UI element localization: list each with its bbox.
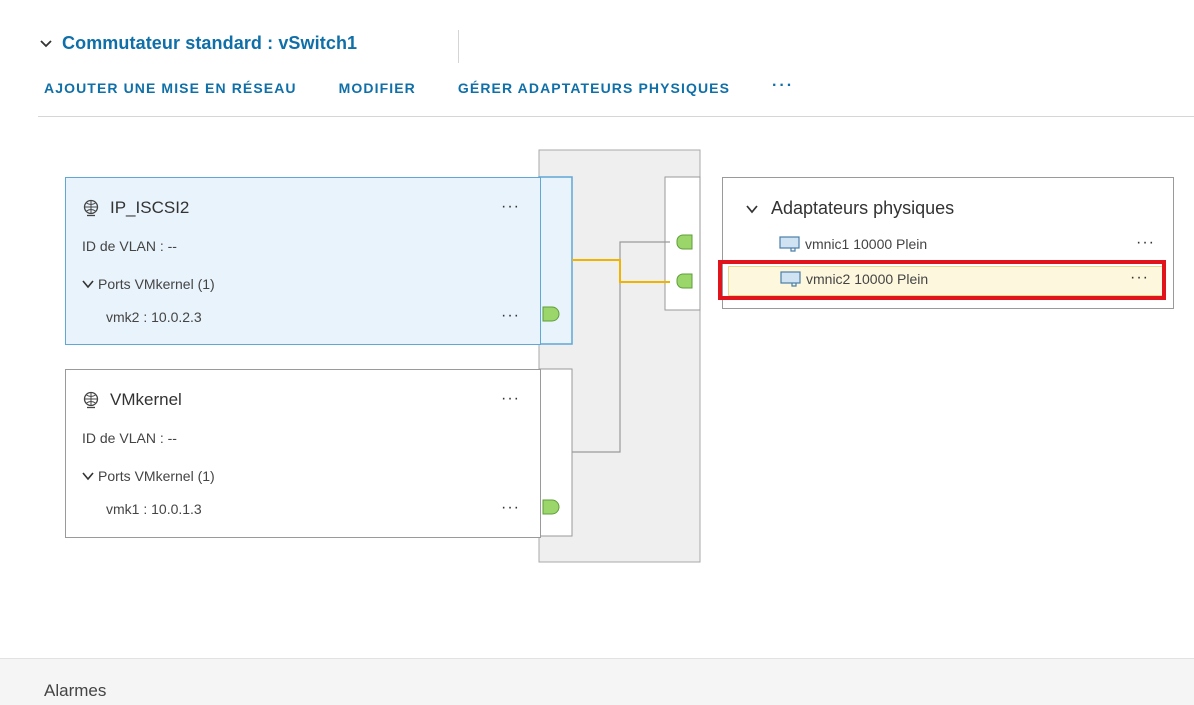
footer-bar	[0, 658, 1194, 705]
physical-adapter-row[interactable]: vmnic1 10000 Plein	[779, 236, 927, 252]
toolbar: AJOUTER UNE MISE EN RÉSEAU MODIFIER GÉRE…	[44, 77, 836, 97]
vmk-address: vmk1 : 10.0.1.3	[106, 501, 202, 517]
edit-button[interactable]: MODIFIER	[339, 80, 416, 96]
chevron-down-icon[interactable]	[38, 36, 54, 52]
vmk-address: vmk2 : 10.0.2.3	[106, 309, 202, 325]
chevron-down-icon[interactable]	[745, 202, 759, 216]
switch-title[interactable]: Commutateur standard : vSwitch1	[62, 33, 357, 54]
vmkernel-ports-label: Ports VMkernel (1)	[98, 276, 215, 292]
port-group-name: IP_ISCSI2	[110, 198, 190, 217]
add-networking-button[interactable]: AJOUTER UNE MISE EN RÉSEAU	[44, 80, 297, 96]
adapter-more-button[interactable]: ···	[1136, 234, 1155, 252]
chevron-down-icon[interactable]	[82, 470, 94, 482]
port-group-name: VMkernel	[110, 390, 182, 409]
vmkernel-ports-toggle[interactable]: Ports VMkernel (1)	[82, 468, 215, 484]
vmk-more-button[interactable]: ···	[501, 307, 520, 325]
vlan-id: ID de VLAN : --	[82, 430, 177, 446]
manage-physical-adapters-button[interactable]: GÉRER ADAPTATEURS PHYSIQUES	[458, 80, 730, 96]
physical-adapters-header[interactable]: Adaptateurs physiques	[745, 198, 954, 219]
adapter-label: vmnic1 10000 Plein	[805, 236, 928, 252]
more-actions-button[interactable]: ···	[772, 77, 794, 95]
vmkernel-ports-toggle[interactable]: Ports VMkernel (1)	[82, 276, 215, 292]
header-divider	[458, 30, 459, 63]
physical-adapters-title: Adaptateurs physiques	[771, 198, 955, 218]
port-group-card[interactable]: VMkernel ··· ID de VLAN : -- Ports VMker…	[65, 369, 541, 538]
port-group-card[interactable]: IP_ISCSI2 ··· ID de VLAN : -- Ports VMke…	[65, 177, 541, 345]
vmk-more-button[interactable]: ···	[501, 499, 520, 517]
port-group-name-row: VMkernel	[82, 390, 182, 410]
chevron-down-icon[interactable]	[82, 278, 94, 290]
nic-icon	[779, 236, 800, 252]
network-globe-icon	[83, 199, 99, 217]
toolbar-divider	[38, 116, 1194, 117]
vmkernel-ports-label: Ports VMkernel (1)	[98, 468, 215, 484]
port-group-name-row: IP_ISCSI2	[82, 198, 189, 218]
alarms-tab[interactable]: Alarmes	[44, 681, 106, 701]
network-globe-icon	[83, 391, 99, 409]
port-group-more-button[interactable]: ···	[501, 390, 520, 408]
vlan-id: ID de VLAN : --	[82, 238, 177, 254]
annotation-highlight-box	[718, 260, 1166, 300]
port-group-more-button[interactable]: ···	[501, 198, 520, 216]
switch-header[interactable]: Commutateur standard : vSwitch1	[38, 33, 357, 54]
